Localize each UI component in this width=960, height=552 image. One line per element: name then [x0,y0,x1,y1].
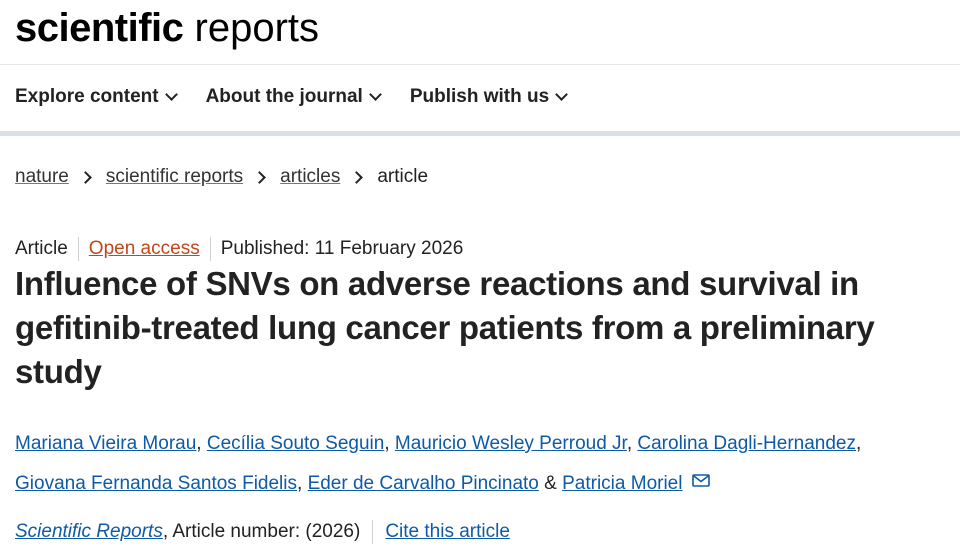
author-link[interactable]: Mariana Vieira Morau [15,433,196,454]
citation-divider [372,520,374,544]
header-divider [0,64,960,65]
nav-explore-content-label: Explore content [15,86,159,107]
author-link[interactable]: Patricia Moriel [562,473,682,494]
meta-divider [209,237,211,261]
chevron-right-icon [253,170,267,184]
journal-link[interactable]: Scientific Reports [15,521,163,543]
meta-divider [77,237,79,261]
journal-logo[interactable]: scientific reports [15,5,319,51]
nav-bottom-bar [0,131,960,136]
author-separator: , [626,433,638,454]
open-access-link[interactable]: Open access [89,238,200,260]
logo-strong-text: scientific [15,6,184,50]
article-meta: Article Open access Published: 11 Februa… [15,237,463,261]
author-link[interactable]: Carolina Dagli-Hernandez [637,433,856,454]
author-link[interactable]: Mauricio Wesley Perroud Jr [395,433,627,454]
author-separator: & [538,473,563,494]
logo-light-text: reports [194,6,320,50]
author-link[interactable]: Giovana Fernanda Santos Fidelis [15,473,297,494]
author-link[interactable]: Eder de Carvalho Pincinato [308,473,539,494]
article-title: Influence of SNVs on adverse reactions a… [15,265,875,390]
chevron-right-icon [79,170,92,184]
nav-explore-content[interactable]: Explore content [15,86,178,108]
chevron-right-icon [350,170,364,184]
nav-about-journal-label: About the journal [205,86,363,107]
nav-publish-with-us[interactable]: Publish with us [409,86,569,108]
chevron-down-icon [164,88,178,101]
published-date: Published: 11 February 2026 [220,238,464,259]
nav-about-journal[interactable]: About the journal [205,86,382,108]
email-icon[interactable] [691,474,710,487]
chevron-down-icon [555,88,569,101]
author-separator: , [384,433,395,454]
breadcrumb-articles[interactable]: articles [280,166,340,188]
nav-publish-with-us-label: Publish with us [409,86,550,107]
author-separator: , [856,433,862,454]
breadcrumb-nature[interactable]: nature [15,166,69,188]
chevron-down-icon [368,88,382,101]
author-link[interactable]: Cecília Souto Seguin [207,433,384,454]
author-separator: , [196,433,207,454]
article-type: Article [15,238,68,259]
breadcrumb: nature scientific reports articles artic… [15,166,428,188]
main-nav: Explore content About the journal Publis… [15,86,569,108]
breadcrumb-scientific-reports[interactable]: scientific reports [106,166,243,188]
breadcrumb-current: article [377,166,429,187]
author-list: Mariana Vieira Morau, Cecília Souto Segu… [15,424,955,504]
citation-line: Scientific Reports , Article number: (20… [15,520,510,544]
author-separator: , [297,473,308,494]
article-number: , Article number: (2026) [162,521,361,542]
cite-this-article-link[interactable]: Cite this article [385,521,510,543]
